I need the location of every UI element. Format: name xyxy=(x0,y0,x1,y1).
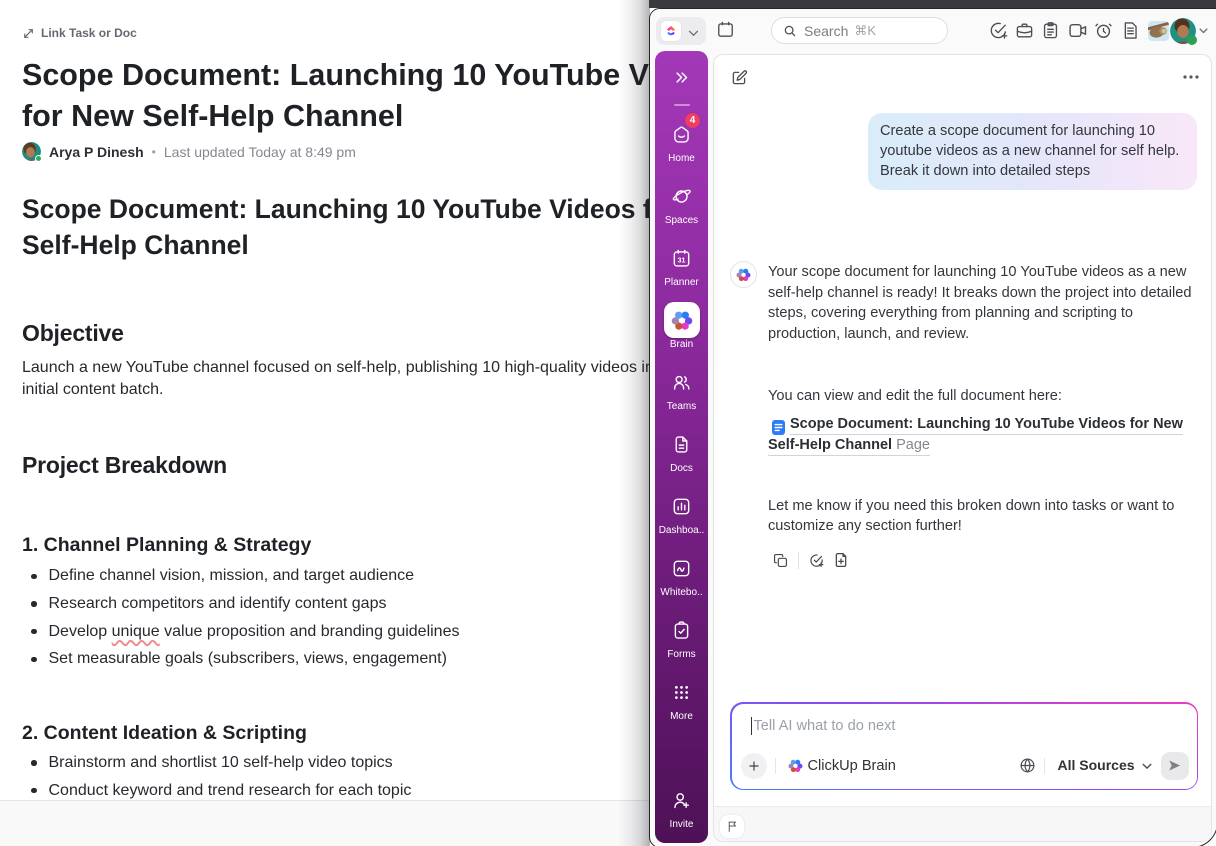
svg-text:31: 31 xyxy=(678,257,686,264)
